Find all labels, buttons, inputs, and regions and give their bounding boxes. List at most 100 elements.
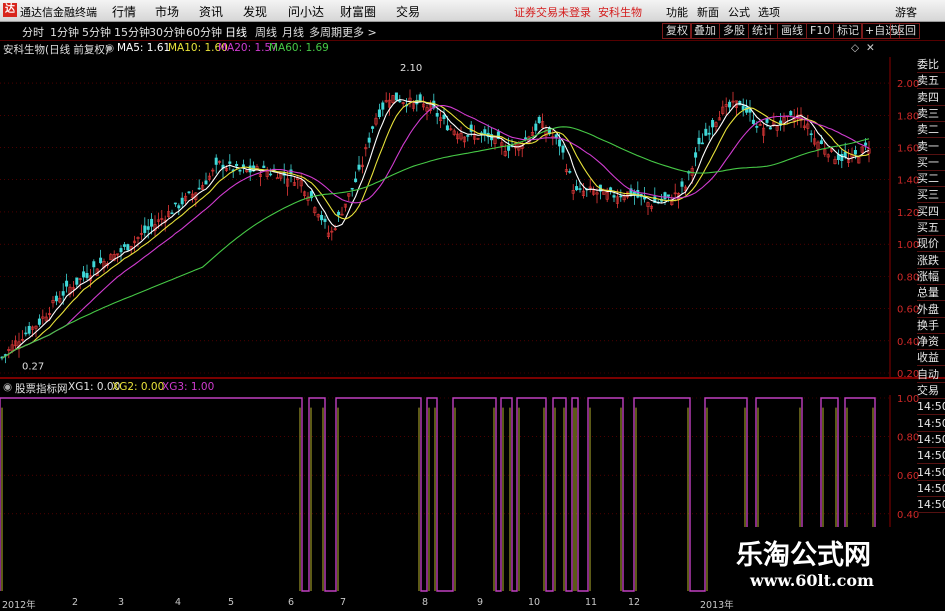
menu-item-0[interactable]: 行情 (112, 3, 136, 20)
candle-body (61, 291, 65, 296)
ma60-label: MA60: 1.69 (269, 42, 329, 54)
period-button-9[interactable]: 多周期 (309, 24, 342, 40)
tool-button-8[interactable]: 返回 (890, 23, 920, 39)
ind-tick: 0.80 (897, 433, 919, 444)
candle-body (442, 114, 446, 119)
trade-status[interactable]: 证券交易未登录 安科生物 (514, 4, 642, 20)
candle-body (578, 188, 582, 190)
time-tick: 6 (288, 597, 295, 608)
period-button-5[interactable]: 60分钟 (186, 24, 222, 40)
side-field-27: 14:50 (917, 497, 945, 514)
topright-item-4[interactable]: 游客 (895, 4, 917, 20)
side-field-6: 买一 (917, 155, 945, 171)
candle-body (666, 194, 670, 197)
menu-item-1[interactable]: 市场 (155, 3, 179, 20)
candle-body (354, 178, 358, 183)
tool-button-4[interactable]: 画线 (777, 23, 807, 39)
candle-body (54, 295, 58, 302)
pane-divider[interactable] (0, 377, 945, 379)
candle-body (612, 195, 616, 198)
candle-body (864, 142, 868, 146)
time-tick: 4 (175, 597, 182, 608)
topright-item-0[interactable]: 功能 (666, 4, 688, 20)
candle-body (711, 120, 715, 128)
ma5-label: MA5: 1.61 (117, 42, 171, 54)
period-button-7[interactable]: 周线 (255, 24, 277, 40)
tool-button-0[interactable]: 复权 (662, 23, 692, 39)
candle-body (122, 244, 126, 247)
candle-body (554, 134, 558, 138)
candle-body (204, 180, 208, 185)
ma-info-line: 安科生物(日线 前复权) ◉ MA5: 1.61 MA10: 1.60 MA20… (0, 42, 890, 56)
price-tick: 1.00 (897, 240, 919, 251)
period-button-10[interactable]: 更多 > (342, 24, 377, 40)
candle-body (371, 126, 375, 129)
period-button-8[interactable]: 月线 (282, 24, 304, 40)
candle-body (357, 164, 361, 170)
side-field-2: 卖四 (917, 90, 945, 106)
expand-icon[interactable]: ✕ (866, 42, 875, 54)
tool-button-3[interactable]: 统计 (748, 23, 778, 39)
watermark-url: www.60lt.com (750, 571, 874, 590)
tool-button-2[interactable]: 多股 (719, 23, 749, 39)
candle-body (728, 101, 732, 108)
candle-body (840, 154, 844, 161)
candle-body (707, 132, 711, 135)
candle-body (228, 161, 232, 164)
time-tick: 10 (528, 597, 541, 608)
tool-button-6[interactable]: 标记 (833, 23, 863, 39)
candle-body (561, 145, 565, 153)
period-button-3[interactable]: 15分钟 (114, 24, 150, 40)
watermark-title: 乐淘公式网 (736, 540, 871, 571)
candle-body (394, 92, 398, 101)
menu-item-6[interactable]: 交易 (396, 3, 420, 20)
quote-side-panel: 委比 卖五 卖四 卖三 卖二 卖一 买一 买二 买三 买四 买五 现价 涨跌 涨幅 总量 外盘 换手 净资 收益 自动… (917, 57, 945, 597)
side-field-12: 涨跌 (917, 253, 945, 269)
topright-item-3[interactable]: 选项 (758, 4, 780, 20)
candle-body (269, 173, 273, 176)
candle-body (126, 244, 130, 251)
price-tick: 0.20 (897, 369, 919, 377)
indicator-settings-icon[interactable]: ◉ (3, 381, 12, 393)
ind-tick: 0.40 (897, 510, 919, 521)
candle-body (680, 181, 684, 187)
menu-item-3[interactable]: 发现 (243, 3, 267, 20)
price-tick: 0.60 (897, 305, 919, 316)
topright-item-2[interactable]: 公式 (728, 4, 750, 20)
candle-body (187, 191, 191, 194)
candle-body (238, 169, 242, 172)
tool-button-1[interactable]: 叠加 (690, 23, 720, 39)
ma60-line (1, 126, 870, 359)
side-field-13: 涨幅 (917, 269, 945, 285)
menu-item-5[interactable]: 财富圈 (340, 3, 376, 20)
period-button-6[interactable]: 日线 (225, 24, 247, 40)
ma20-line (1, 105, 870, 359)
candle-body (92, 261, 96, 268)
price-chart[interactable]: 2.00 1.80 1.60 1.40 1.20 1.00 0.80 0.60 0.40 0.20… (0, 57, 945, 377)
side-field-19: 自动 (917, 367, 945, 383)
xg2-label: XG2: 0.00 (112, 381, 165, 393)
menu-item-2[interactable]: 资讯 (199, 3, 223, 20)
side-field-9: 买四 (917, 204, 945, 220)
diamond-icon[interactable]: ◇ (851, 42, 859, 54)
candle-body (99, 257, 103, 264)
period-toolbar: 分时 1分钟 5分钟 15分钟 30分钟 60分钟 日线 周线 月线 多周期 更多 > 复权 叠加 多股… (0, 22, 945, 41)
candle-body (119, 248, 123, 253)
side-field-11: 现价 (917, 236, 945, 253)
candle-body (27, 326, 31, 334)
candle-body (704, 128, 708, 136)
candle-body (337, 211, 341, 216)
menu-item-4[interactable]: 问小达 (288, 3, 324, 20)
tool-button-5[interactable]: F10 (806, 23, 835, 39)
period-button-2[interactable]: 5分钟 (82, 24, 111, 40)
settings-dot-icon[interactable]: ◉ (105, 42, 114, 54)
period-button-1[interactable]: 1分钟 (50, 24, 79, 40)
period-button-4[interactable]: 30分钟 (149, 24, 185, 40)
topright-item-1[interactable]: 新面 (697, 4, 719, 20)
candle-body (843, 151, 847, 158)
candle-body (534, 123, 538, 131)
candle-body (568, 171, 572, 173)
period-button-0[interactable]: 分时 (22, 24, 44, 40)
app-logo-icon: 达 (3, 3, 17, 17)
candle-body (214, 157, 218, 165)
